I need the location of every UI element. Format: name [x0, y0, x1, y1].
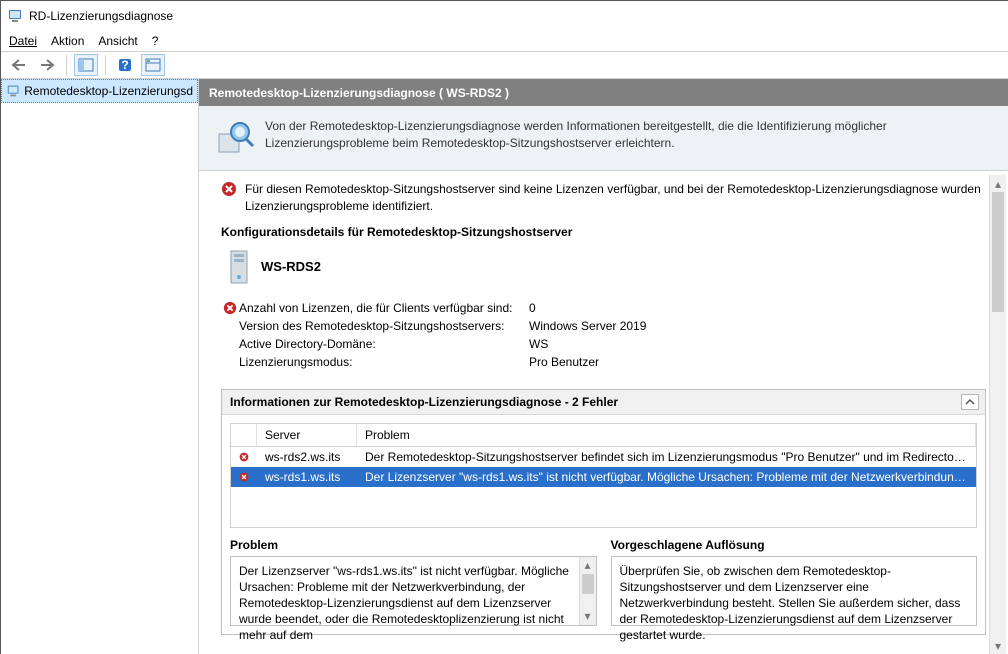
problem-text: Der Lizenzserver "ws-rds1.ws.its" ist ni…	[239, 564, 569, 643]
diagnose-panel-header[interactable]: Informationen zur Remotedesktop-Lizenzie…	[222, 390, 985, 415]
tree-item-root[interactable]: Remotedesktop-Lizenzierungsd	[1, 79, 198, 103]
row-server: ws-rds2.ws.its	[257, 448, 357, 466]
tree-item-label: Remotedesktop-Lizenzierungsd	[24, 84, 193, 98]
server-icon	[227, 249, 251, 285]
app-icon	[7, 8, 23, 24]
content-pane: Remotedesktop-Lizenzierungsdiagnose ( WS…	[199, 79, 1008, 654]
server-name: WS-RDS2	[261, 259, 321, 274]
window-titlebar: RD-Lizenzierungsdiagnose	[1, 1, 1008, 31]
problem-textbox[interactable]: Der Lizenzserver "ws-rds1.ws.its" ist ni…	[230, 556, 597, 626]
scroll-thumb[interactable]	[582, 574, 594, 594]
diagnose-icon	[6, 83, 20, 99]
table-row[interactable]: ws-rds1.ws.its Der Lizenzserver "ws-rds1…	[231, 467, 976, 487]
kv-label: Version des Remotedesktop-Sitzungshostse…	[239, 319, 529, 333]
scroll-down-icon[interactable]: ▾	[990, 637, 1006, 654]
details-scroll: Für diesen Remotedesktop-Sitzungshostser…	[199, 171, 1008, 654]
properties-button[interactable]	[141, 54, 165, 76]
banner-text: Von der Remotedesktop-Lizenzierungsdiagn…	[265, 118, 992, 152]
col-server[interactable]: Server	[257, 424, 357, 446]
kv-value: Pro Benutzer	[529, 355, 599, 369]
resolution-textbox[interactable]: Überprüfen Sie, ob zwischen dem Remotede…	[611, 556, 978, 626]
magnifier-icon	[215, 118, 255, 158]
row-problem: Der Lizenzserver "ws-rds1.ws.its" ist ni…	[357, 468, 976, 486]
kv-domain: Active Directory-Domäne: WS	[221, 335, 986, 353]
help-button[interactable]: ?	[113, 54, 137, 76]
table-row[interactable]: ws-rds2.ws.its Der Remotedesktop-Sitzung…	[231, 447, 976, 467]
scroll-up-icon[interactable]: ▴	[580, 557, 596, 574]
toolbar-separator	[105, 55, 106, 75]
info-banner: Von der Remotedesktop-Lizenzierungsdiagn…	[199, 106, 1008, 171]
resolution-text: Überprüfen Sie, ob zwischen dem Remotede…	[620, 564, 961, 643]
panel-title-text: Informationen zur Remotedesktop-Lizenzie…	[230, 395, 618, 409]
kv-label: Anzahl von Lizenzen, die für Clients ver…	[239, 301, 529, 315]
menu-bar: Datei Aktion Ansicht ?	[1, 31, 1008, 51]
scroll-down-icon[interactable]: ▾	[580, 608, 596, 625]
col-icon[interactable]	[231, 424, 257, 446]
back-button[interactable]	[7, 54, 31, 76]
nav-tree[interactable]: Remotedesktop-Lizenzierungsd	[1, 79, 199, 654]
toolbar: ?	[1, 51, 1008, 79]
kv-version: Version des Remotedesktop-Sitzungshostse…	[221, 317, 986, 335]
scroll-thumb[interactable]	[992, 192, 1004, 312]
error-icon	[239, 470, 249, 484]
detail-split: Problem Der Lizenzserver "ws-rds1.ws.its…	[230, 538, 977, 626]
license-alert: Für diesen Remotedesktop-Sitzungshostser…	[221, 181, 986, 215]
grid-header: Server Problem	[230, 423, 977, 447]
menu-help[interactable]: ?	[152, 34, 159, 48]
error-icon	[223, 301, 237, 315]
menu-file[interactable]: Datei	[9, 34, 37, 48]
kv-label: Lizenzierungsmodus:	[239, 355, 529, 369]
main-area: Remotedesktop-Lizenzierungsd Remotedeskt…	[1, 79, 1008, 654]
kv-value: 0	[529, 301, 536, 315]
kv-value: Windows Server 2019	[529, 319, 646, 333]
content-title-bar: Remotedesktop-Lizenzierungsdiagnose ( WS…	[199, 79, 1008, 106]
error-icon	[221, 181, 237, 197]
diagnose-panel: Informationen zur Remotedesktop-Lizenzie…	[221, 389, 986, 635]
show-hide-tree-button[interactable]	[74, 54, 98, 76]
kv-licenses: Anzahl von Lizenzen, die für Clients ver…	[221, 299, 986, 317]
problem-heading: Problem	[230, 538, 597, 552]
col-problem[interactable]: Problem	[357, 424, 976, 446]
config-section-title: Konfigurationsdetails für Remotedesktop-…	[221, 225, 986, 239]
alert-text: Für diesen Remotedesktop-Sitzungshostser…	[245, 181, 986, 215]
scrollbar[interactable]: ▴ ▾	[579, 557, 596, 625]
menu-action[interactable]: Aktion	[51, 34, 84, 48]
window-title: RD-Lizenzierungsdiagnose	[29, 9, 173, 23]
svg-text:?: ?	[121, 58, 128, 72]
content-title: Remotedesktop-Lizenzierungsdiagnose ( WS…	[209, 86, 509, 100]
collapse-button[interactable]	[961, 394, 979, 410]
error-icon	[239, 450, 249, 464]
toolbar-separator	[66, 55, 67, 75]
problem-column: Problem Der Lizenzserver "ws-rds1.ws.its…	[230, 538, 597, 626]
row-problem: Der Remotedesktop-Sitzungshostserver bef…	[357, 448, 976, 466]
row-server: ws-rds1.ws.its	[257, 468, 357, 486]
diagnose-grid: Server Problem ws-rds2.ws.its Der Remote…	[222, 415, 985, 634]
forward-button[interactable]	[35, 54, 59, 76]
kv-label: Active Directory-Domäne:	[239, 337, 529, 351]
resolution-heading: Vorgeschlagene Auflösung	[611, 538, 978, 552]
grid-body: ws-rds2.ws.its Der Remotedesktop-Sitzung…	[230, 447, 977, 528]
scroll-up-icon[interactable]: ▴	[990, 175, 1006, 192]
content-scrollbar[interactable]: ▴ ▾	[989, 175, 1006, 654]
kv-value: WS	[529, 337, 548, 351]
menu-view[interactable]: Ansicht	[98, 34, 137, 48]
resolution-column: Vorgeschlagene Auflösung Überprüfen Sie,…	[611, 538, 978, 626]
server-block: WS-RDS2	[227, 249, 986, 285]
kv-mode: Lizenzierungsmodus: Pro Benutzer	[221, 353, 986, 371]
